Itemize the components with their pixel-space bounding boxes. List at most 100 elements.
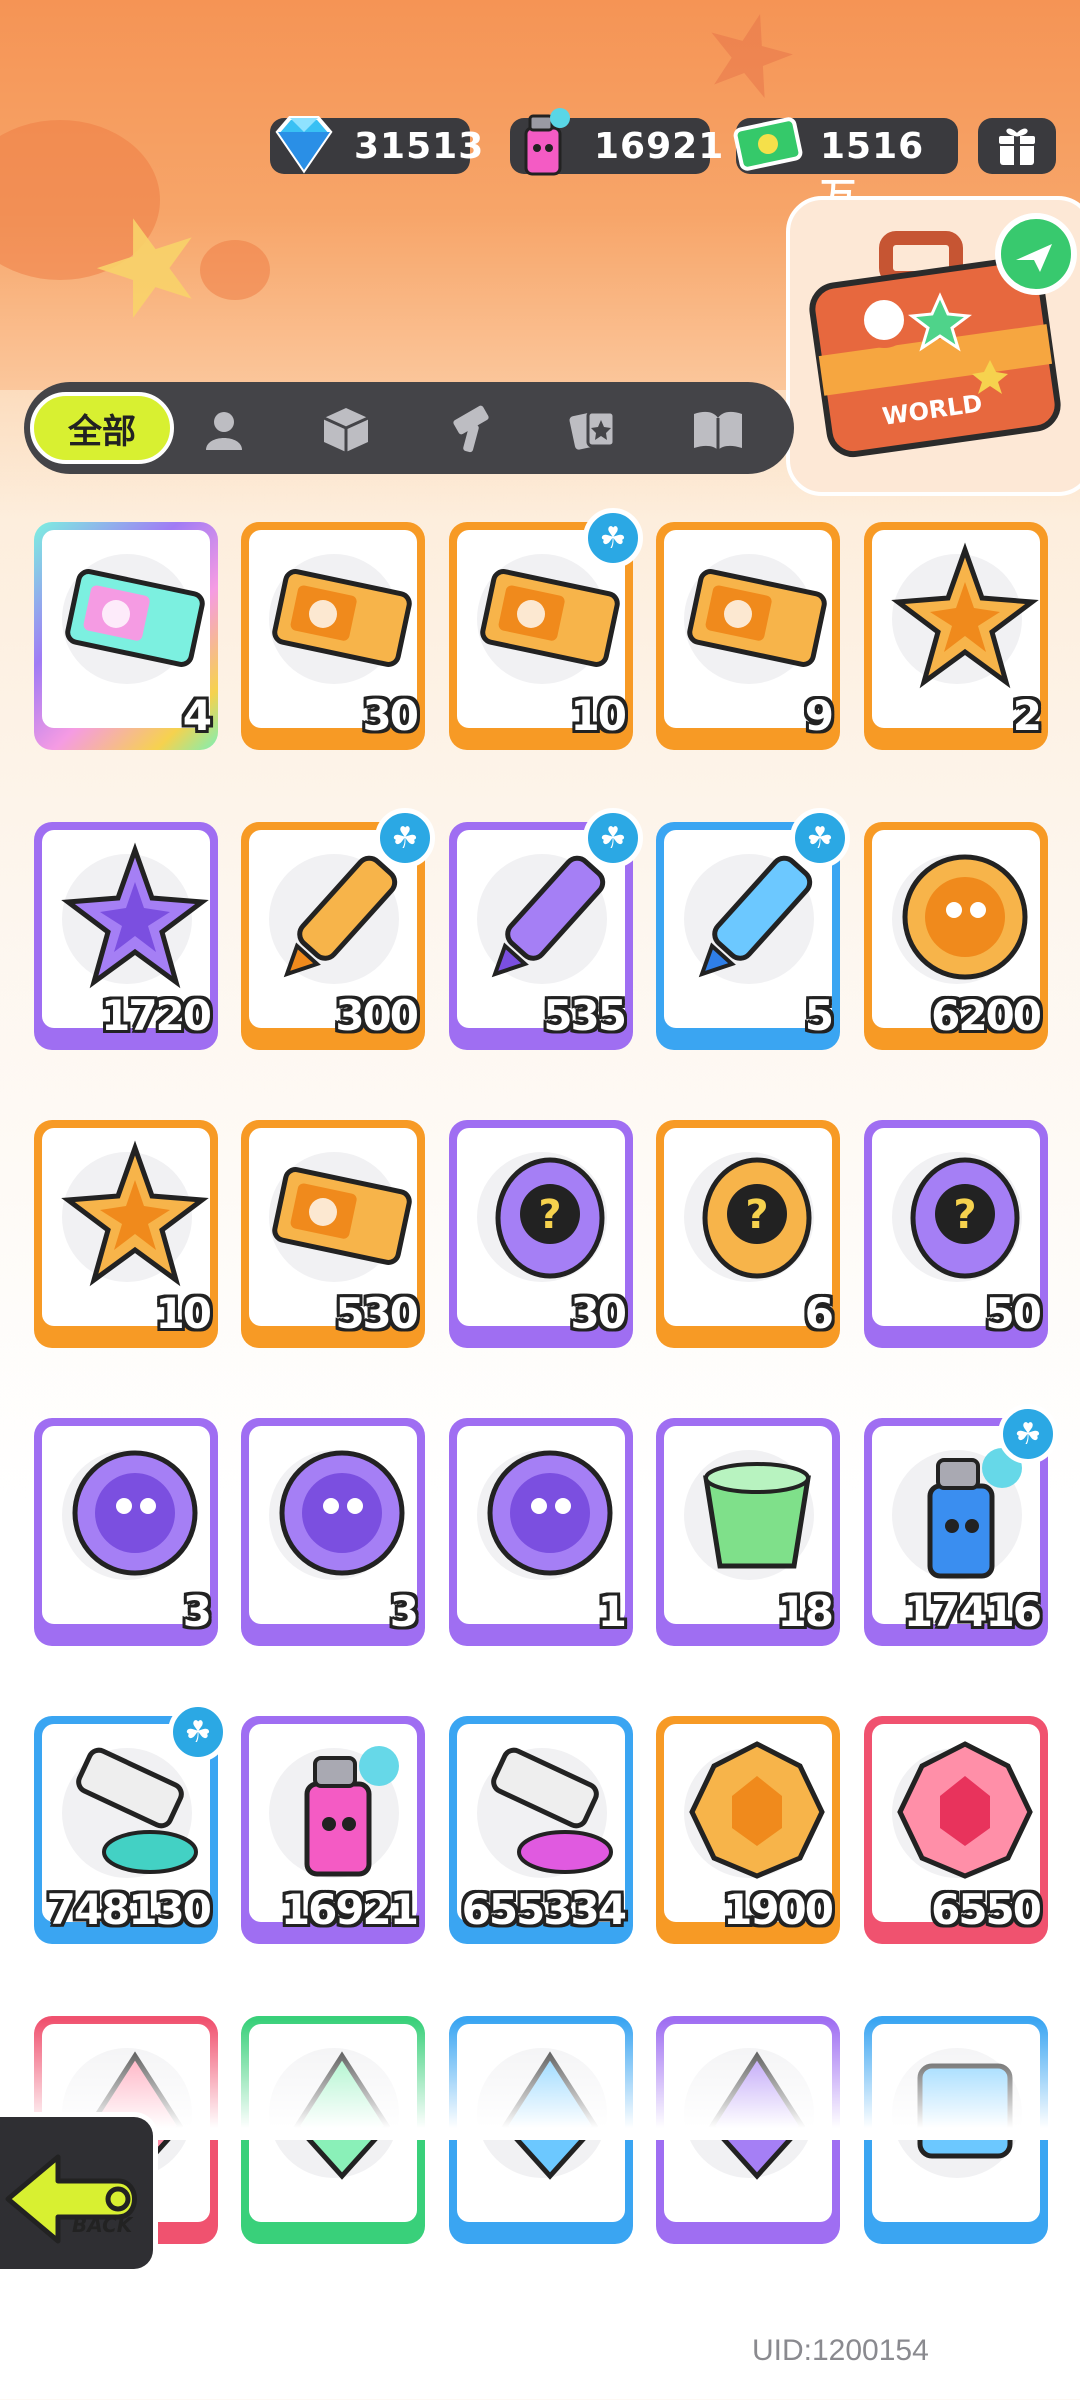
- svg-text:?: ?: [538, 1192, 561, 1238]
- deity-ticket-purple-icon: [65, 569, 205, 667]
- paint-can-count: 16921: [594, 126, 725, 167]
- item-count: 1: [597, 1587, 627, 1636]
- item-count: 10: [570, 691, 627, 740]
- gift-button[interactable]: [978, 118, 1056, 174]
- item-count: 6: [804, 1289, 834, 1338]
- cards-icon: [569, 410, 616, 450]
- item-slot[interactable]: 3: [34, 1418, 218, 1646]
- palm-tree-badge-icon: ☘: [168, 1702, 228, 1762]
- tab-boxes[interactable]: [318, 402, 374, 458]
- item-slot[interactable]: 6200: [864, 822, 1048, 1050]
- item-count: 655334: [461, 1885, 627, 1934]
- item-count: 748130: [46, 1885, 212, 1934]
- item-slot[interactable]: 4: [34, 522, 218, 750]
- gift-icon: [997, 128, 1037, 165]
- mpets-jellyfish-icon: [279, 1450, 405, 1576]
- paint-can-currency[interactable]: 16921: [510, 108, 723, 176]
- item-slot[interactable]: 300 ☘: [241, 808, 435, 1050]
- cash-icon: [733, 117, 803, 171]
- item-count: 5: [804, 991, 834, 1040]
- item-count: 3: [182, 1587, 212, 1636]
- item-count: 9: [804, 691, 834, 740]
- mpets-sprout-icon: [487, 1450, 613, 1576]
- item-count: 30: [570, 1289, 627, 1338]
- item-slot[interactable]: 530: [241, 1120, 425, 1348]
- item-slot[interactable]: 1: [449, 1418, 633, 1646]
- tab-all[interactable]: 全部: [30, 392, 174, 464]
- hammer-icon: [453, 405, 489, 453]
- back-button[interactable]: BACK: [0, 2112, 158, 2274]
- item-slot[interactable]: 10 ☘: [449, 508, 643, 750]
- item-slot[interactable]: 3: [241, 1418, 425, 1646]
- item-count: 530: [335, 1289, 419, 1338]
- green-jelly-cup-icon: [703, 1462, 811, 1569]
- person-icon: [206, 412, 242, 450]
- rainbow-star-icon: [891, 542, 1039, 689]
- deity-mystery-purple-icon: ?: [910, 1157, 1020, 1279]
- world-suitcase-button[interactable]: WORLD: [786, 196, 1080, 496]
- item-count: 6550: [931, 1885, 1042, 1934]
- svg-text:?: ?: [745, 1192, 768, 1238]
- mpets-piranha-icon: [72, 1450, 198, 1576]
- item-slot[interactable]: 6550: [864, 1716, 1048, 1944]
- item-slot[interactable]: 10: [34, 1120, 218, 1348]
- tab-characters[interactable]: [196, 402, 252, 458]
- item-count: 6200: [931, 991, 1042, 1040]
- palm-tree-badge-icon: ☘: [583, 808, 643, 868]
- item-count: 4: [182, 691, 212, 740]
- item-slot[interactable]: 16921: [241, 1716, 425, 1944]
- item-slot[interactable]: 5 ☘: [656, 808, 850, 1050]
- palm-tree-badge-icon: ☘: [583, 508, 643, 568]
- diamond-icon: [275, 116, 333, 174]
- box-icon: [323, 408, 369, 452]
- season-ticket-icon: [272, 1167, 412, 1265]
- book-icon: [694, 411, 742, 450]
- item-slot[interactable]: 9: [656, 522, 840, 750]
- star-burst-coin-icon: [61, 1140, 209, 1287]
- pink-spray-can-icon: [304, 1746, 399, 1877]
- item-count: 3: [389, 1587, 419, 1636]
- item-slot[interactable]: ? 30: [449, 1120, 633, 1348]
- item-slot[interactable]: 17416 ☘: [864, 1404, 1058, 1646]
- item-count: 30: [362, 691, 419, 740]
- gold-crystal-icon: [689, 1741, 825, 1879]
- item-slot[interactable]: ? 6: [656, 1120, 840, 1348]
- deity-ticket-gold-icon: [272, 569, 412, 667]
- palm-tree-badge-icon: ☘: [375, 808, 435, 868]
- item-count: 1900: [723, 1885, 834, 1934]
- pink-paint-tube-icon: [491, 1747, 613, 1874]
- back-label: BACK: [72, 2213, 133, 2237]
- cash-currency[interactable]: 1516万: [733, 117, 958, 217]
- item-count: 16921: [280, 1885, 419, 1934]
- palm-tree-badge-icon: ☘: [998, 1404, 1058, 1464]
- svg-text:?: ?: [953, 1192, 976, 1238]
- item-slot[interactable]: 18: [656, 1418, 840, 1646]
- suitcase-icon: [809, 213, 1077, 458]
- item-slot[interactable]: 30: [241, 522, 425, 750]
- tab-cards[interactable]: [566, 402, 622, 458]
- blue-star-icon: [61, 842, 209, 989]
- item-count: 10: [155, 1289, 212, 1338]
- cool-coin-icon: [902, 854, 1028, 980]
- item-count: 50: [985, 1289, 1042, 1338]
- item-slot[interactable]: 655334: [449, 1716, 633, 1944]
- diamond-count: 31513: [354, 126, 485, 167]
- item-slot[interactable]: 1900: [656, 1716, 840, 1944]
- back-arrow-icon: [5, 2154, 137, 2244]
- item-slot[interactable]: ? 50: [864, 1120, 1048, 1348]
- item-slot[interactable]: 535 ☘: [449, 808, 643, 1050]
- item-count: 1720: [101, 991, 212, 1040]
- deity-mystery-gold-icon: ?: [702, 1157, 812, 1279]
- user-id: UID:1200154: [752, 2334, 929, 2367]
- tab-weapons[interactable]: [444, 402, 500, 458]
- item-count: 300: [335, 991, 419, 1040]
- item-slot[interactable]: 2: [864, 522, 1048, 750]
- palm-tree-badge-icon: ☘: [790, 808, 850, 868]
- red-crystal-icon: [897, 1741, 1033, 1879]
- tab-books[interactable]: [690, 402, 746, 458]
- diamond-currency[interactable]: 31513: [270, 116, 483, 174]
- item-count: 535: [543, 991, 627, 1040]
- item-slot[interactable]: 1720: [34, 822, 218, 1050]
- item-slot[interactable]: 748130 ☘: [34, 1702, 228, 1944]
- spray-can-icon: [524, 108, 570, 176]
